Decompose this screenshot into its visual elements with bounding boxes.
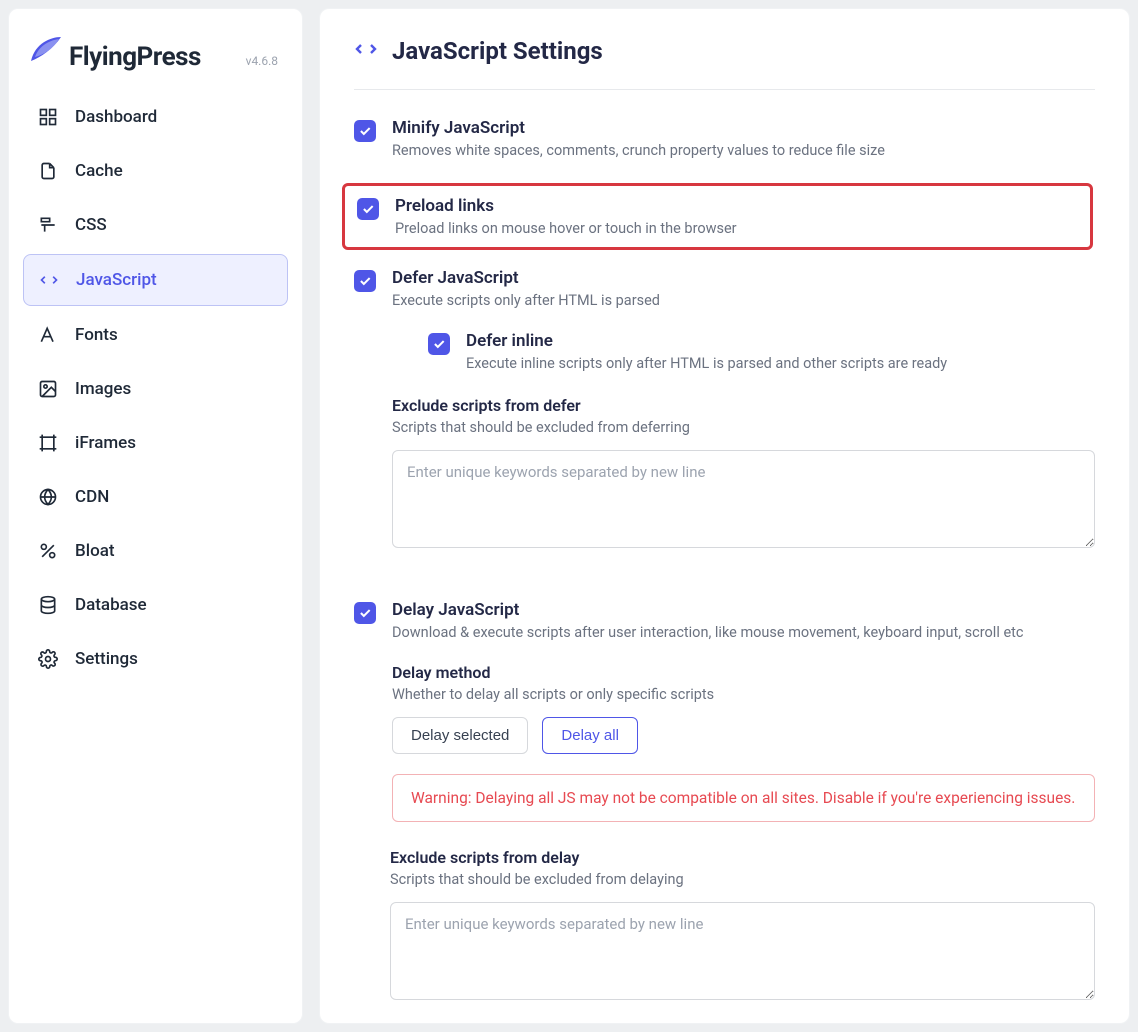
setting-title: Defer JavaScript	[392, 268, 1095, 288]
exclude-defer-textarea[interactable]	[392, 450, 1095, 548]
setting-desc: Execute inline scripts only after HTML i…	[466, 355, 1095, 372]
sidebar-item-label: iFrames	[75, 433, 136, 453]
setting-preload-links: Preload links Preload links on mouse hov…	[357, 196, 1078, 237]
sidebar-item-label: Dashboard	[75, 107, 157, 127]
checkbox-defer-js[interactable]	[354, 270, 376, 292]
sidebar-item-label: CDN	[75, 487, 109, 507]
field-title: Exclude scripts from defer	[392, 396, 1095, 415]
css-icon	[37, 214, 59, 236]
setting-defer-inline: Defer inline Execute inline scripts only…	[428, 331, 1095, 372]
setting-minify-js: Minify JavaScript Removes white spaces, …	[354, 118, 1095, 159]
setting-title: Preload links	[395, 196, 1078, 216]
field-desc: Scripts that should be excluded from del…	[390, 871, 1095, 888]
checkbox-minify-js[interactable]	[354, 120, 376, 142]
bloat-icon	[37, 540, 59, 562]
field-desc: Whether to delay all scripts or only spe…	[392, 686, 1095, 703]
sidebar-item-label: CSS	[75, 215, 107, 235]
sidebar-item-settings[interactable]: Settings	[23, 634, 288, 684]
brand-logo-icon	[29, 35, 63, 65]
checkbox-delay-js[interactable]	[354, 602, 376, 624]
cdn-icon	[37, 486, 59, 508]
dashboard-icon	[37, 106, 59, 128]
iframes-icon	[37, 432, 59, 454]
sidebar-item-label: Images	[75, 379, 131, 399]
database-icon	[37, 594, 59, 616]
sidebar-item-images[interactable]: Images	[23, 364, 288, 414]
sidebar-item-fonts[interactable]: Fonts	[23, 310, 288, 360]
sidebar-item-cache[interactable]: Cache	[23, 146, 288, 196]
setting-delay-js: Delay JavaScript Download & execute scri…	[354, 600, 1095, 822]
delay-selected-button[interactable]: Delay selected	[392, 717, 528, 754]
sidebar-item-label: Settings	[75, 649, 138, 669]
page-title: JavaScript Settings	[392, 37, 603, 65]
javascript-icon	[354, 37, 378, 65]
setting-desc: Download & execute scripts after user in…	[392, 624, 1095, 641]
page-header: JavaScript Settings	[354, 37, 1095, 90]
setting-title: Defer inline	[466, 331, 1095, 351]
sidebar-item-label: Cache	[75, 161, 123, 181]
sidebar: FlyingPress v4.6.8 Dashboard Cache CSS J…	[8, 8, 303, 1024]
sidebar-item-label: Database	[75, 595, 147, 615]
sidebar-item-javascript[interactable]: JavaScript	[23, 254, 288, 306]
field-title: Delay method	[392, 663, 1095, 682]
sidebar-item-label: Fonts	[75, 325, 118, 345]
field-desc: Scripts that should be excluded from def…	[392, 419, 1095, 436]
delay-method-group: Delay selected Delay all	[392, 717, 1095, 754]
checkbox-preload-links[interactable]	[357, 198, 379, 220]
cache-icon	[37, 160, 59, 182]
images-icon	[37, 378, 59, 400]
sidebar-item-dashboard[interactable]: Dashboard	[23, 92, 288, 142]
sidebar-item-cdn[interactable]: CDN	[23, 472, 288, 522]
setting-title: Delay JavaScript	[392, 600, 1095, 620]
delay-all-button[interactable]: Delay all	[542, 717, 638, 754]
field-title: Exclude scripts from delay	[390, 848, 1095, 867]
brand-row: FlyingPress v4.6.8	[23, 29, 288, 92]
setting-desc: Removes white spaces, comments, crunch p…	[392, 142, 1095, 159]
sidebar-item-label: Bloat	[75, 541, 115, 561]
sidebar-item-bloat[interactable]: Bloat	[23, 526, 288, 576]
delay-warning: Warning: Delaying all JS may not be comp…	[392, 774, 1095, 822]
sidebar-item-label: JavaScript	[76, 270, 157, 290]
main-content: JavaScript Settings Minify JavaScript Re…	[319, 8, 1130, 1024]
exclude-delay-textarea[interactable]	[390, 902, 1095, 1000]
setting-defer-js: Defer JavaScript Execute scripts only af…	[354, 268, 1095, 576]
fonts-icon	[37, 324, 59, 346]
sidebar-item-iframes[interactable]: iFrames	[23, 418, 288, 468]
setting-desc: Preload links on mouse hover or touch in…	[395, 220, 1078, 237]
brand-name: FlyingPress	[69, 42, 201, 72]
javascript-icon	[38, 269, 60, 291]
brand-version: v4.6.8	[246, 54, 278, 68]
settings-icon	[37, 648, 59, 670]
sidebar-item-database[interactable]: Database	[23, 580, 288, 630]
setting-title: Minify JavaScript	[392, 118, 1095, 138]
checkbox-defer-inline[interactable]	[428, 333, 450, 355]
sidebar-item-css[interactable]: CSS	[23, 200, 288, 250]
setting-desc: Execute scripts only after HTML is parse…	[392, 292, 1095, 309]
highlighted-preload-links: Preload links Preload links on mouse hov…	[342, 183, 1093, 250]
